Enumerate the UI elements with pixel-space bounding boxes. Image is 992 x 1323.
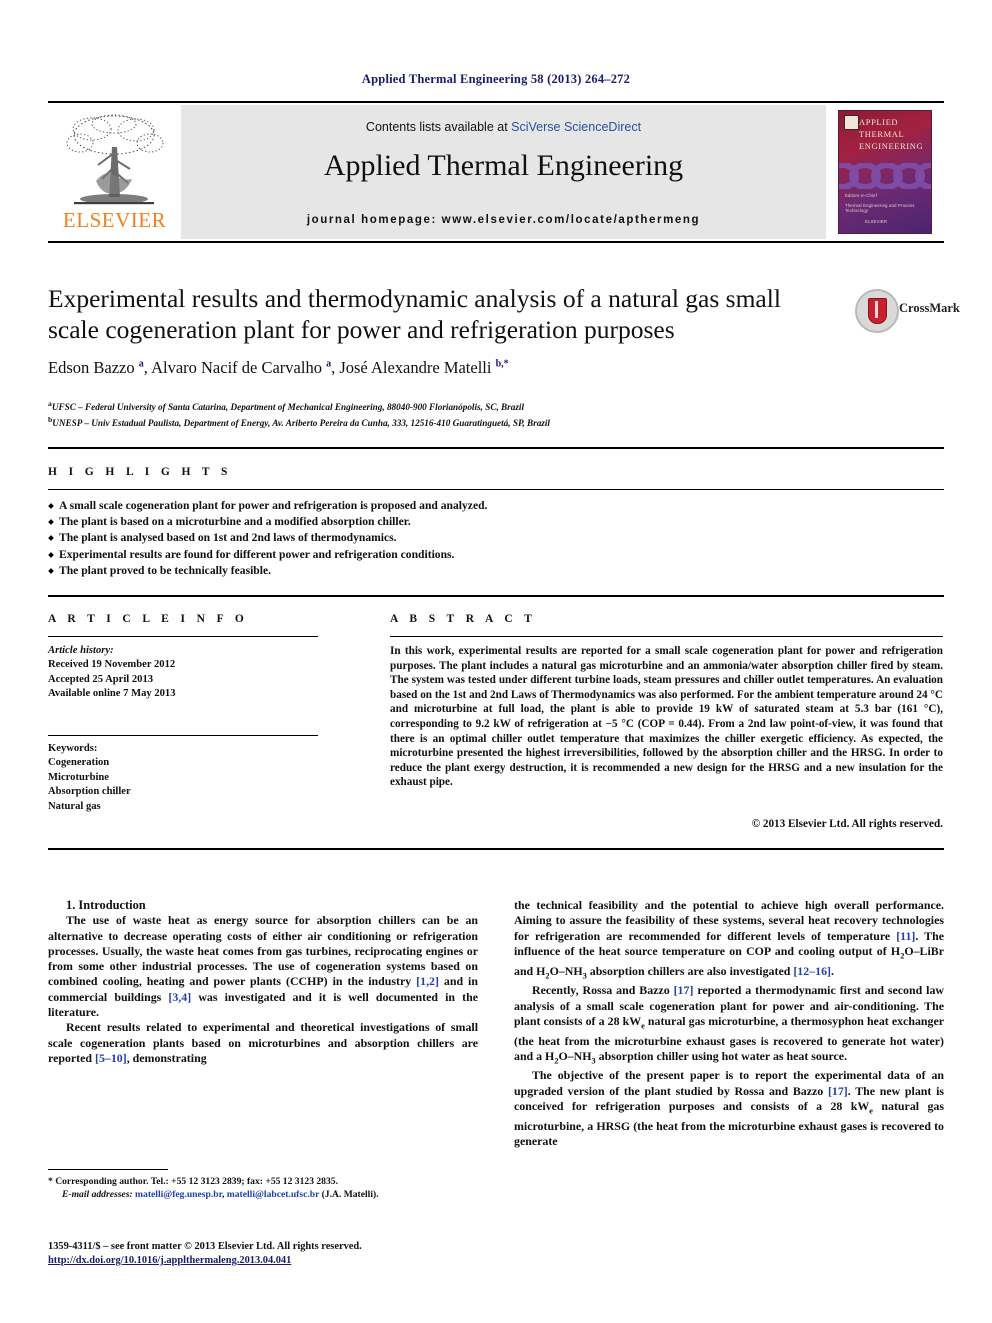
highlights-list: A small scale cogeneration plant for pow… [48, 498, 608, 579]
history-online: Available online 7 May 2013 [48, 688, 176, 700]
paragraph: Recent results related to experimental a… [48, 1020, 478, 1065]
journal-cover-thumbnail: APPLIED THERMAL ENGINEERING Editors-in-C… [826, 105, 944, 239]
body-column-left: 1. Introduction The use of waste heat as… [48, 898, 478, 1066]
email-link-2[interactable]: matelli@labcet.ufsc.br [227, 1189, 319, 1200]
doi-link[interactable]: http://dx.doi.org/10.1016/j.applthermale… [48, 1254, 478, 1268]
divider-below-abstract [48, 848, 944, 850]
citation-link[interactable]: [1,2] [416, 974, 439, 988]
journal-title: Applied Thermal Engineering [323, 149, 684, 182]
journal-homepage-link[interactable]: journal homepage: www.elsevier.com/locat… [181, 214, 826, 226]
elsevier-wordmark: ELSEVIER [62, 208, 167, 232]
keyword-item: Absorption chiller [48, 786, 131, 798]
section-title: Introduction [78, 898, 146, 912]
crossmark-badge[interactable]: CrossMark [855, 287, 960, 335]
history-accepted: Accepted 25 April 2013 [48, 673, 154, 685]
cover-footer-1: Editors-in-Chief [845, 193, 878, 198]
elsevier-logo: ELSEVIER [48, 105, 181, 239]
footnote-divider [48, 1169, 168, 1170]
divider-articleinfo-rule [48, 636, 318, 637]
footnote-block: * Corresponding author. Tel.: +55 12 312… [48, 1175, 478, 1201]
divider-highlights-rule [48, 489, 944, 490]
highlights-heading: H I G H L I G H T S [48, 466, 232, 478]
affiliations: aUFSC – Federal University of Santa Cata… [48, 399, 550, 428]
citation-link[interactable]: [5–10] [95, 1051, 127, 1065]
imprint-block: 1359-4311/$ – see front matter © 2013 El… [48, 1240, 478, 1268]
email-attribution: (J.A. Matelli). [321, 1189, 379, 1200]
email-label: E-mail addresses: [62, 1189, 133, 1200]
cover-badge-icon [844, 115, 859, 130]
article-info-heading: A R T I C L E I N F O [48, 613, 249, 625]
citation-link[interactable]: [17] [674, 983, 694, 997]
cover-line-3: ENGINEERING [859, 141, 924, 151]
keywords-label: Keywords: [48, 743, 98, 754]
article-history: Article history: Received 19 November 20… [48, 644, 318, 702]
crossmark-icon [855, 289, 899, 333]
elsevier-tree-icon [66, 114, 164, 205]
contents-prefix: Contents lists available at [365, 120, 512, 134]
cover-footer-2: Thermal Engineering and Process Technolo… [845, 203, 915, 213]
citation-link[interactable]: [11] [896, 929, 915, 943]
paragraph: The use of waste heat as energy source f… [48, 913, 478, 1020]
divider-above-articleinfo [48, 595, 944, 597]
highlight-item: Experimental results are found for diffe… [48, 547, 608, 563]
abstract-text: In this work, experimental results are r… [390, 645, 943, 789]
highlight-item: The plant is based on a microturbine and… [48, 514, 608, 530]
citation-link[interactable]: [3,4] [168, 990, 191, 1004]
author-list: Edson Bazzo a, Alvaro Nacif de Carvalho … [48, 358, 509, 377]
body-column-right: the technical feasibility and the potent… [514, 898, 944, 1149]
running-head: Applied Thermal Engineering 58 (2013) 26… [361, 72, 631, 86]
sciencedirect-link[interactable]: SciVerse ScienceDirect [511, 120, 641, 134]
paragraph: Recently, Rossa and Bazzo [17] reported … [514, 983, 945, 1066]
contents-available-line: Contents lists available at SciVerse Sci… [181, 120, 826, 134]
page-title: Experimental results and thermodynamic a… [48, 284, 781, 344]
citation-link[interactable]: [17] [828, 1084, 848, 1098]
crossmark-label: CrossMark [899, 301, 960, 315]
corresponding-author-note: * Corresponding author. Tel.: +55 12 312… [48, 1176, 338, 1187]
paragraph: the technical feasibility and the potent… [514, 898, 944, 980]
divider-above-highlights [48, 447, 944, 449]
keyword-item: Natural gas [48, 800, 101, 812]
affiliation-b: UNESP – Univ Estadual Paulista, Departme… [52, 417, 550, 428]
cover-line-1: APPLIED [859, 117, 899, 127]
keyword-item: Cogeneration [48, 757, 110, 769]
keyword-item: Microturbine [48, 771, 110, 783]
affiliation-a: UFSC – Federal University of Santa Catar… [51, 402, 525, 413]
copyright-line: © 2013 Elsevier Ltd. All rights reserved… [751, 818, 943, 830]
keywords-block: Keywords: Cogeneration Microturbine Abso… [48, 742, 318, 814]
article-first-page: Applied Thermal Engineering 58 (2013) 26… [0, 0, 992, 1323]
highlight-item: The plant is analysed based on 1st and 2… [48, 530, 608, 546]
cover-publisher: ELSEVIER [865, 219, 888, 224]
highlight-item: A small scale cogeneration plant for pow… [48, 498, 608, 514]
article-history-label: Article history: [48, 645, 114, 656]
paragraph: The objective of the present paper is to… [514, 1068, 944, 1149]
front-matter-line: 1359-4311/$ – see front matter © 2013 El… [48, 1241, 362, 1252]
cover-line-2: THERMAL [859, 129, 905, 139]
citation-link[interactable]: [12–16] [793, 964, 831, 978]
email-link-1[interactable]: matelli@feg.unesp.br [135, 1189, 222, 1200]
abstract-heading: A B S T R A C T [390, 613, 537, 625]
divider-abstract-rule [390, 636, 943, 637]
journal-masthead: ELSEVIER Contents lists available at Sci… [48, 101, 944, 243]
section-heading: 1. Introduction [48, 898, 478, 913]
highlight-item: The plant proved to be technically feasi… [48, 563, 608, 579]
history-received: Received 19 November 2012 [48, 659, 176, 671]
cover-rings-graphic [839, 163, 931, 189]
masthead-center: Contents lists available at SciVerse Sci… [181, 105, 826, 239]
divider-keywords-rule [48, 735, 318, 736]
section-number: 1. [66, 898, 76, 912]
